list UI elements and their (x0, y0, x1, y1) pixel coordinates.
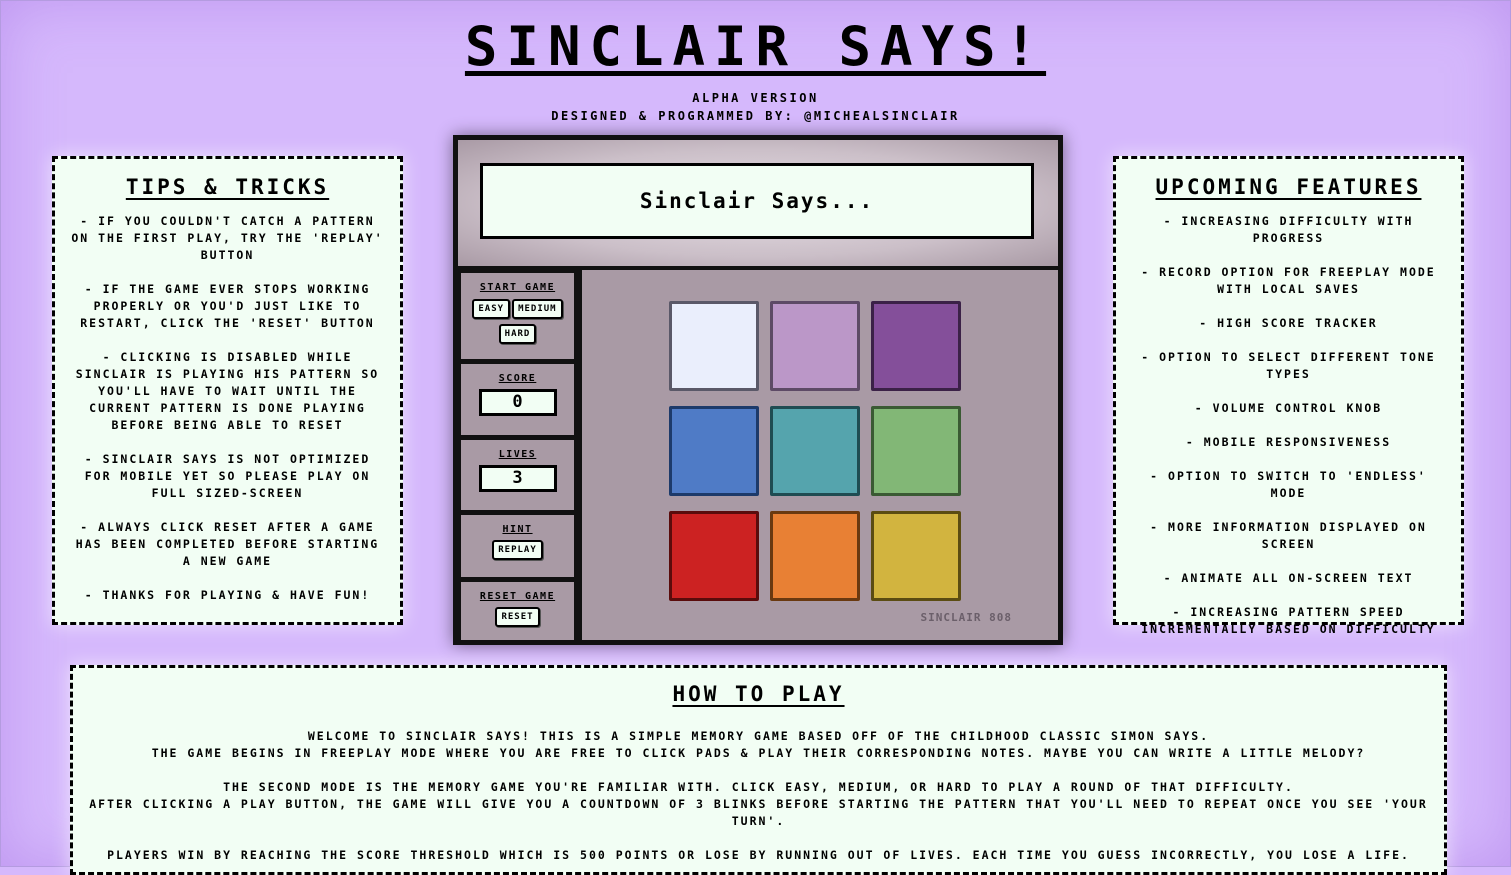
howto-line: Welcome to Sinclair Says! This is a simp… (307, 729, 1210, 743)
pad-5[interactable] (770, 406, 860, 496)
pad-6[interactable] (871, 406, 961, 496)
feature-item: - Animate all on-screen text (1163, 571, 1414, 585)
console-brand-label: Sinclair 808 (920, 611, 1012, 624)
pad-9[interactable] (871, 511, 961, 601)
reset-section: Reset Game Reset (461, 582, 574, 640)
pad-grid: Sinclair 808 (582, 270, 1058, 640)
feature-item: - Increasing difficulty with progress (1163, 214, 1414, 245)
how-to-play-heading: How To Play (672, 682, 845, 706)
pad-1[interactable] (669, 301, 759, 391)
hint-label: Hint (502, 524, 533, 535)
features-heading: Upcoming Features (1155, 175, 1422, 199)
credit-label: Designed & Programmed By: @MichealSincla… (551, 109, 960, 123)
pad-2[interactable] (770, 301, 860, 391)
howto-line: Players win by reaching the score thresh… (107, 848, 1410, 862)
start-game-label: Start Game (479, 282, 556, 293)
score-label: Score (498, 373, 537, 384)
screen-bezel: Sinclair Says... (458, 140, 1058, 266)
tips-panel: Tips & Tricks - If you couldn't catch a … (52, 156, 403, 625)
start-game-section: Start Game Easy Medium Hard (461, 273, 574, 359)
feature-item: - Mobile responsiveness (1185, 435, 1392, 449)
game-console: Sinclair Says... Start Game Easy Medium H… (453, 135, 1063, 645)
replay-button[interactable]: Replay (492, 540, 543, 560)
feature-item: - Option to select different tone types (1141, 350, 1436, 381)
pad-4[interactable] (669, 406, 759, 496)
hint-section: Hint Replay (461, 515, 574, 577)
control-column: Start Game Easy Medium Hard Score 0 Lives… (458, 270, 577, 640)
medium-button[interactable]: Medium (512, 299, 563, 319)
game-screen: Sinclair Says... (480, 163, 1034, 239)
feature-item: - Record option for freeplay mode with l… (1141, 265, 1436, 296)
reset-button[interactable]: Reset (495, 607, 540, 627)
feature-item: - High score tracker (1199, 316, 1378, 330)
lives-label: Lives (498, 449, 537, 460)
tip-item: - Thanks for playing & have fun! (84, 588, 371, 602)
feature-item: - Volume control knob (1194, 401, 1383, 415)
easy-button[interactable]: Easy (472, 299, 511, 319)
score-section: Score 0 (461, 364, 574, 435)
howto-line: After clicking a play button, the game w… (89, 797, 1428, 828)
lives-section: Lives 3 (461, 440, 574, 510)
pad-7[interactable] (669, 511, 759, 601)
page-title: Sinclair Says! (464, 15, 1047, 78)
tip-item: - If the game ever stops working properl… (80, 282, 375, 330)
tip-item: - If you couldn't catch a pattern on the… (71, 214, 384, 262)
feature-item: - Option to switch to 'endless' mode (1150, 469, 1427, 500)
pad-3[interactable] (871, 301, 961, 391)
tip-item: - Sinclair Says is not optimized for mob… (84, 452, 371, 500)
feature-item: - Increasing pattern speed incrementally… (1141, 605, 1436, 636)
reset-game-label: Reset Game (479, 591, 556, 602)
score-value: 0 (478, 389, 557, 416)
lives-value: 3 (478, 465, 557, 492)
howto-line: The second mode is the memory game you'r… (223, 780, 1294, 794)
feature-item: - More information displayed on screen (1150, 520, 1427, 551)
howto-line: The game begins in freeplay mode where y… (151, 746, 1366, 760)
tip-item: - Always click reset after a game has be… (75, 520, 380, 568)
tip-item: - Clicking is disabled while Sinclair is… (75, 350, 380, 432)
features-panel: Upcoming Features - Increasing difficult… (1113, 156, 1464, 636)
version-label: Alpha Version (692, 91, 819, 105)
how-to-play-panel: How To Play Welcome to Sinclair Says! Th… (70, 665, 1447, 875)
tips-heading: Tips & Tricks (125, 175, 330, 199)
hard-button[interactable]: Hard (498, 324, 537, 344)
pad-8[interactable] (770, 511, 860, 601)
